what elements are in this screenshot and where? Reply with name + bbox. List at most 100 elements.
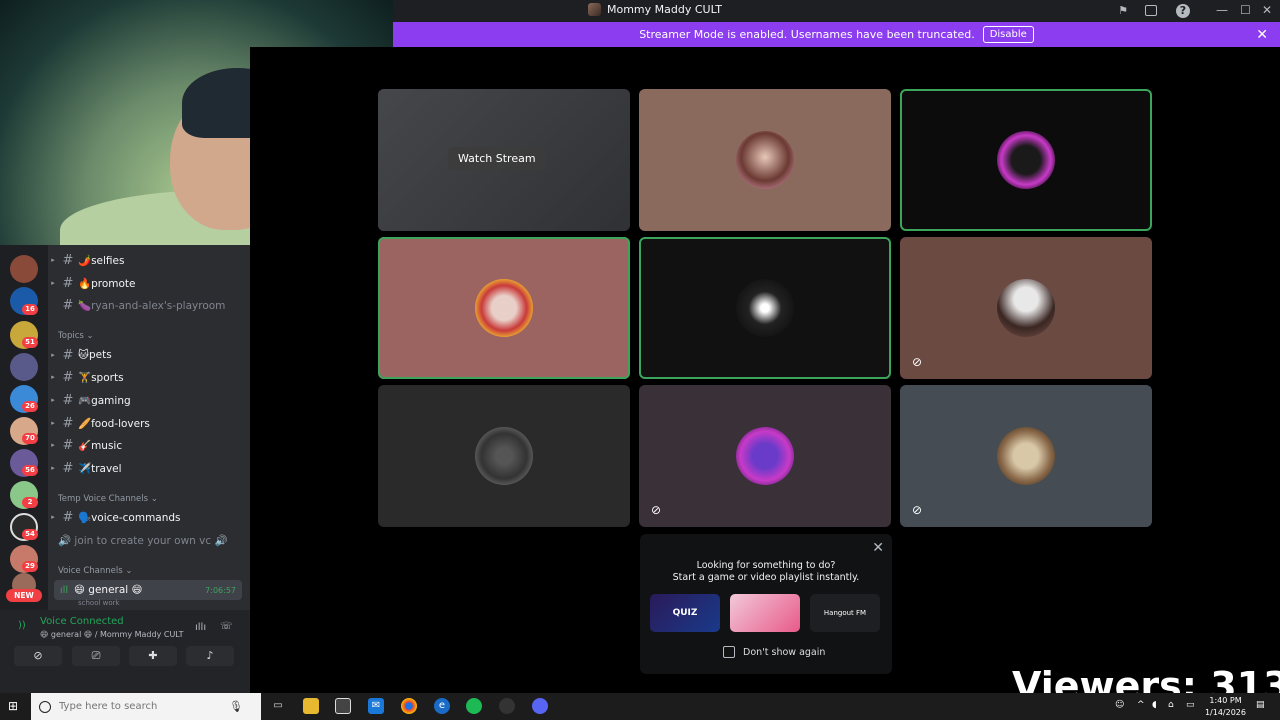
- network-icon[interactable]: ⌂: [1168, 700, 1174, 710]
- voice-connected-channel[interactable]: 😄 general 😄 / Mommy Maddy CULT: [40, 630, 184, 639]
- taskbar-clock[interactable]: 1:40 PM 1/14/2026: [1205, 695, 1246, 719]
- channel-name: 🌶️selfies: [78, 254, 125, 267]
- windows-start-icon[interactable]: ⊞: [8, 699, 22, 713]
- participant-tile[interactable]: [639, 89, 891, 231]
- close-icon[interactable]: ✕: [872, 540, 884, 556]
- close-window-button[interactable]: ✕: [1262, 3, 1272, 17]
- flag-icon[interactable]: ⚑: [1116, 4, 1130, 18]
- camera-button[interactable]: ⊘: [14, 646, 62, 666]
- disable-streamer-mode-button[interactable]: Disable: [982, 26, 1034, 43]
- help-icon[interactable]: ?: [1176, 4, 1190, 18]
- windows-taskbar: ⊞ 🎙 ▭ ✉ e ☺ ^ ◖ ⌂ ▭ 1:40 PM 1/14/2026 ▤: [0, 693, 1280, 720]
- taskbar-search[interactable]: 🎙: [31, 693, 261, 720]
- inbox-icon[interactable]: [1145, 5, 1157, 16]
- server-badge: 29: [22, 561, 38, 572]
- obs-icon[interactable]: [499, 698, 515, 714]
- hash-icon: #: [62, 252, 74, 268]
- dont-show-label: Don't show again: [743, 646, 826, 658]
- search-input[interactable]: [59, 701, 229, 712]
- channel-selfies[interactable]: ▸ # 🌶️selfies: [48, 250, 248, 270]
- avatar: [997, 131, 1055, 189]
- discord-icon[interactable]: [532, 698, 548, 714]
- hash-icon: #: [62, 509, 74, 525]
- battery-icon[interactable]: ▭: [1186, 700, 1195, 710]
- disconnect-icon[interactable]: ☏: [220, 621, 233, 632]
- soundboard-button[interactable]: ♪: [186, 646, 234, 666]
- channel-name: 🎸music: [78, 439, 123, 452]
- avatar: [736, 131, 794, 189]
- dont-show-again[interactable]: Don't show again: [723, 646, 825, 658]
- streamer-mode-banner: Streamer Mode is enabled. Usernames have…: [393, 22, 1280, 47]
- participant-tile[interactable]: [378, 237, 630, 379]
- maximize-button[interactable]: ☐: [1240, 3, 1251, 17]
- chevron-right-icon: ▸: [51, 441, 55, 449]
- spotify-icon[interactable]: [466, 698, 482, 714]
- minimize-button[interactable]: —: [1216, 3, 1228, 17]
- notification-icon[interactable]: ▤: [1256, 700, 1265, 710]
- server-badge: 51: [22, 337, 38, 348]
- microphone-icon[interactable]: 🎙: [229, 700, 243, 713]
- voice-activity-icon: ıll: [59, 584, 69, 596]
- banner-close-icon[interactable]: ✕: [1256, 27, 1268, 43]
- server-badge: 16: [22, 304, 38, 315]
- channel-sports[interactable]: ▸ # 🏋️sports: [48, 367, 248, 387]
- edge-icon[interactable]: e: [434, 698, 450, 714]
- checkbox[interactable]: [723, 646, 735, 658]
- activity-game-thumb[interactable]: [730, 594, 800, 632]
- clock-time: 1:40 PM: [1209, 696, 1242, 705]
- avatar: [475, 279, 533, 337]
- participant-tile[interactable]: [639, 237, 891, 379]
- activities-icon: ✚: [148, 649, 158, 662]
- activity-heading: Looking for something to do?: [696, 560, 836, 571]
- channel-food-lovers[interactable]: ▸ # 🥖food-lovers: [48, 413, 248, 433]
- watch-stream-button[interactable]: Watch Stream: [448, 147, 546, 170]
- avatar: [997, 279, 1055, 337]
- people-icon[interactable]: ☺: [1115, 700, 1124, 710]
- channel-travel[interactable]: ▸ # ✈️travel: [48, 458, 248, 478]
- channel-name: 🔊 join to create your own vc 🔊: [58, 534, 228, 547]
- channel-name: 🥖food-lovers: [78, 417, 150, 430]
- server-badge: 26: [22, 401, 38, 412]
- participant-tile[interactable]: ⊘: [900, 385, 1152, 527]
- file-explorer-icon[interactable]: [303, 698, 319, 714]
- stream-tile[interactable]: Watch Stream: [378, 89, 630, 231]
- mail-icon[interactable]: ✉: [368, 698, 384, 714]
- noise-suppression-icon[interactable]: ıllı: [195, 622, 206, 633]
- voice-channel-general[interactable]: ıll 😄 general 😄 7:06:57: [54, 580, 242, 600]
- screen-share-button[interactable]: ⎚: [72, 646, 120, 666]
- muted-icon: ⊘: [650, 503, 662, 517]
- server-icon[interactable]: [10, 255, 38, 283]
- participant-tile[interactable]: [900, 89, 1152, 231]
- category-topics[interactable]: Topics ⌄: [58, 331, 94, 341]
- participant-tile[interactable]: [378, 385, 630, 527]
- channel-music[interactable]: ▸ # 🎸music: [48, 435, 248, 455]
- participant-tile[interactable]: ⊘: [900, 237, 1152, 379]
- activity-suggestion-card: ✕ Looking for something to do? Start a g…: [640, 534, 892, 674]
- channel-gaming[interactable]: ▸ # 🎮gaming: [48, 390, 248, 410]
- activity-quiz-thumb[interactable]: QUIZ: [650, 594, 720, 632]
- hash-icon: #: [62, 347, 74, 363]
- server-icon[interactable]: [10, 353, 38, 381]
- channel-playroom[interactable]: # 🍆ryan-and-alex's-playroom: [48, 295, 248, 315]
- category-voice-channels[interactable]: Voice Channels ⌄: [58, 566, 132, 576]
- chrome-icon[interactable]: [401, 698, 417, 714]
- voice-channel-status: school work: [78, 599, 120, 607]
- tray-chevron-icon[interactable]: ^: [1137, 700, 1145, 710]
- channel-join-to-create[interactable]: 🔊 join to create your own vc 🔊: [48, 530, 248, 550]
- participant-tile[interactable]: ⊘: [639, 385, 891, 527]
- avatar: [475, 427, 533, 485]
- signal-icon[interactable]: )): [18, 620, 26, 631]
- voice-connected-panel: )) Voice Connected 😄 general 😄 / Mommy M…: [0, 610, 250, 693]
- server-title-text: Mommy Maddy CULT: [607, 3, 722, 16]
- volume-icon[interactable]: ◖: [1152, 700, 1157, 710]
- task-view-icon[interactable]: ▭: [270, 698, 286, 714]
- store-icon[interactable]: [335, 698, 351, 714]
- muted-icon: ⊘: [911, 355, 923, 369]
- category-temp-voice[interactable]: Temp Voice Channels ⌄: [58, 494, 158, 504]
- channel-voice-commands[interactable]: ▸ # 🗣️voice-commands: [48, 507, 248, 527]
- channel-name: 🐱pets: [78, 349, 112, 361]
- activities-button[interactable]: ✚: [129, 646, 177, 666]
- channel-promote[interactable]: ▸ # 🔥promote: [48, 273, 248, 293]
- activity-hangout-thumb[interactable]: Hangout FM: [810, 594, 880, 632]
- channel-pets[interactable]: ▸ # 🐱pets: [48, 345, 248, 365]
